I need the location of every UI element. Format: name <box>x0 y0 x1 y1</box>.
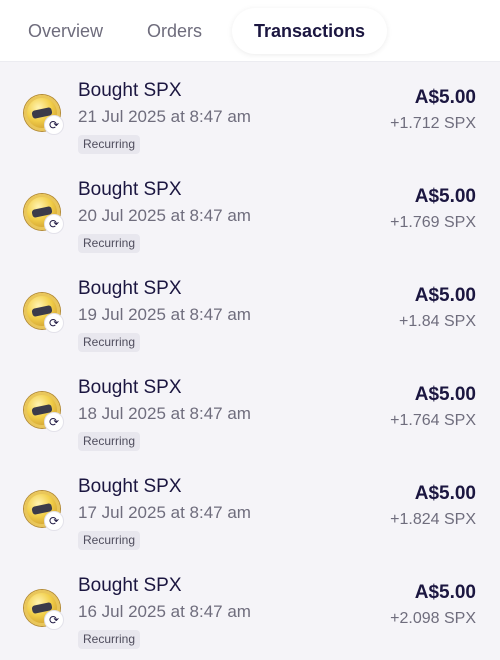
recurring-tag: Recurring <box>78 630 141 649</box>
transaction-date: 20 Jul 2025 at 8:47 am <box>78 206 251 225</box>
transaction-row[interactable]: ⟳ Bought SPX 21 Jul 2025 at 8:47 am Recu… <box>0 62 500 161</box>
recurring-tag: Recurring <box>78 531 141 550</box>
recurring-icon: ⟳ <box>44 610 64 630</box>
transaction-quantity: +2.098 SPX <box>390 610 476 627</box>
tab-orders[interactable]: Orders <box>125 8 224 54</box>
transaction-quantity: +1.712 SPX <box>390 115 476 132</box>
transaction-row[interactable]: ⟳ Bought SPX 18 Jul 2025 at 8:47 am Recu… <box>0 359 500 458</box>
transaction-date: 21 Jul 2025 at 8:47 am <box>78 107 251 126</box>
recurring-icon: ⟳ <box>44 115 64 135</box>
transaction-title: Bought SPX <box>78 179 182 200</box>
recurring-tag: Recurring <box>78 234 141 253</box>
recurring-icon: ⟳ <box>44 511 64 531</box>
transaction-amount: A$5.00 <box>414 285 476 306</box>
transaction-title: Bought SPX <box>78 575 182 596</box>
transaction-quantity: +1.824 SPX <box>390 511 476 528</box>
spx-coin-icon: ⟳ <box>24 194 64 234</box>
recurring-tag: Recurring <box>78 135 141 154</box>
transaction-list: ⟳ Bought SPX 21 Jul 2025 at 8:47 am Recu… <box>0 62 500 656</box>
transaction-amount: A$5.00 <box>414 483 476 504</box>
recurring-tag: Recurring <box>78 432 141 451</box>
spx-coin-icon: ⟳ <box>24 293 64 333</box>
recurring-icon: ⟳ <box>44 214 64 234</box>
transaction-row[interactable]: ⟳ Bought SPX 19 Jul 2025 at 8:47 am Recu… <box>0 260 500 359</box>
transaction-amount: A$5.00 <box>414 384 476 405</box>
spx-coin-icon: ⟳ <box>24 95 64 135</box>
transaction-amount: A$5.00 <box>414 582 476 603</box>
recurring-icon: ⟳ <box>44 313 64 333</box>
transaction-title: Bought SPX <box>78 377 182 398</box>
transaction-date: 19 Jul 2025 at 8:47 am <box>78 305 251 324</box>
transaction-row[interactable]: ⟳ Bought SPX 17 Jul 2025 at 8:47 am Recu… <box>0 458 500 557</box>
transaction-date: 16 Jul 2025 at 8:47 am <box>78 602 251 621</box>
transaction-date: 17 Jul 2025 at 8:47 am <box>78 503 251 522</box>
recurring-icon: ⟳ <box>44 412 64 432</box>
spx-coin-icon: ⟳ <box>24 590 64 630</box>
transaction-row[interactable]: ⟳ Bought SPX 16 Jul 2025 at 8:47 am Recu… <box>0 557 500 656</box>
transaction-quantity: +1.84 SPX <box>399 313 476 330</box>
spx-coin-icon: ⟳ <box>24 491 64 531</box>
transaction-date: 18 Jul 2025 at 8:47 am <box>78 404 251 423</box>
transaction-title: Bought SPX <box>78 278 182 299</box>
transaction-title: Bought SPX <box>78 476 182 497</box>
tab-transactions[interactable]: Transactions <box>232 7 388 54</box>
transaction-title: Bought SPX <box>78 80 182 101</box>
tab-bar: Overview Orders Transactions <box>0 0 500 62</box>
tab-overview[interactable]: Overview <box>6 8 125 54</box>
transaction-quantity: +1.764 SPX <box>390 412 476 429</box>
transaction-amount: A$5.00 <box>414 87 476 108</box>
recurring-tag: Recurring <box>78 333 141 352</box>
transaction-amount: A$5.00 <box>414 186 476 207</box>
spx-coin-icon: ⟳ <box>24 392 64 432</box>
transaction-quantity: +1.769 SPX <box>390 214 476 231</box>
transaction-row[interactable]: ⟳ Bought SPX 20 Jul 2025 at 8:47 am Recu… <box>0 161 500 260</box>
